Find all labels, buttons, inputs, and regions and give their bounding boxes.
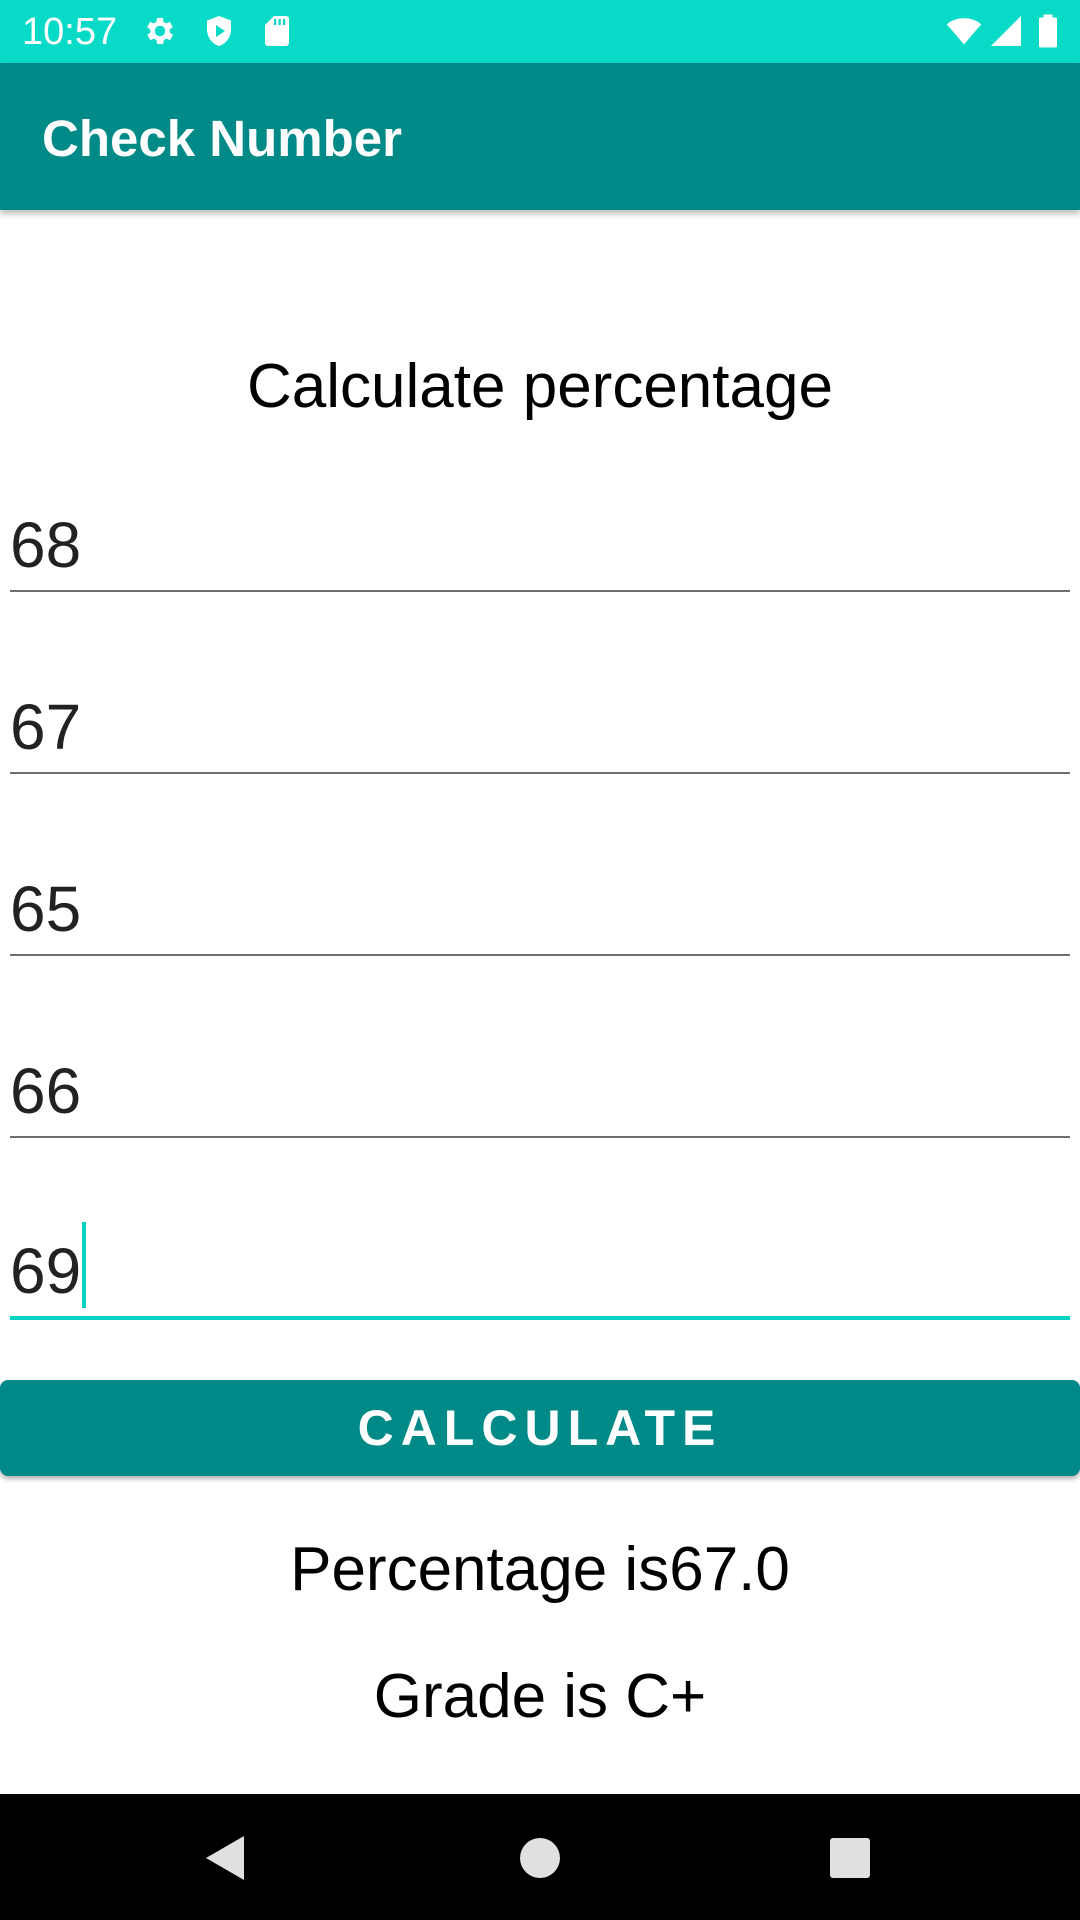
number-input-1[interactable]: 68 xyxy=(10,494,1070,592)
shield-icon xyxy=(207,16,231,46)
number-input-3[interactable]: 65 xyxy=(10,858,1070,956)
navigation-bar xyxy=(0,1794,1080,1920)
number-input-5[interactable]: 69 xyxy=(10,1222,1070,1320)
recents-icon[interactable] xyxy=(810,1818,890,1898)
page-heading: Calculate percentage xyxy=(247,352,833,421)
wifi-icon xyxy=(946,18,982,45)
grade-result: Grade is C+ xyxy=(373,1662,707,1731)
home-icon[interactable] xyxy=(500,1818,580,1898)
sd-card-icon xyxy=(265,16,289,46)
signal-icon xyxy=(991,16,1021,46)
back-icon[interactable] xyxy=(186,1818,266,1898)
gear-icon xyxy=(147,17,174,45)
text-cursor xyxy=(82,1222,86,1308)
number-input-5-value: 69 xyxy=(10,1235,82,1307)
calculate-button[interactable]: CALCULATE xyxy=(0,1380,1080,1476)
app-bar: Check Number xyxy=(0,63,1080,210)
app-title: Check Number xyxy=(42,110,402,167)
number-input-1-value: 68 xyxy=(10,509,82,581)
number-input-4[interactable]: 66 xyxy=(10,1040,1070,1138)
number-input-2-value: 67 xyxy=(10,691,82,763)
status-time: 10:57 xyxy=(22,11,118,53)
percentage-result: Percentage is67.0 xyxy=(290,1535,790,1604)
battery-icon xyxy=(1039,14,1057,48)
number-input-4-value: 66 xyxy=(10,1055,82,1127)
status-bar: 10:57 xyxy=(0,0,1080,63)
number-input-2[interactable]: 67 xyxy=(10,676,1070,774)
number-input-3-value: 65 xyxy=(10,873,82,945)
